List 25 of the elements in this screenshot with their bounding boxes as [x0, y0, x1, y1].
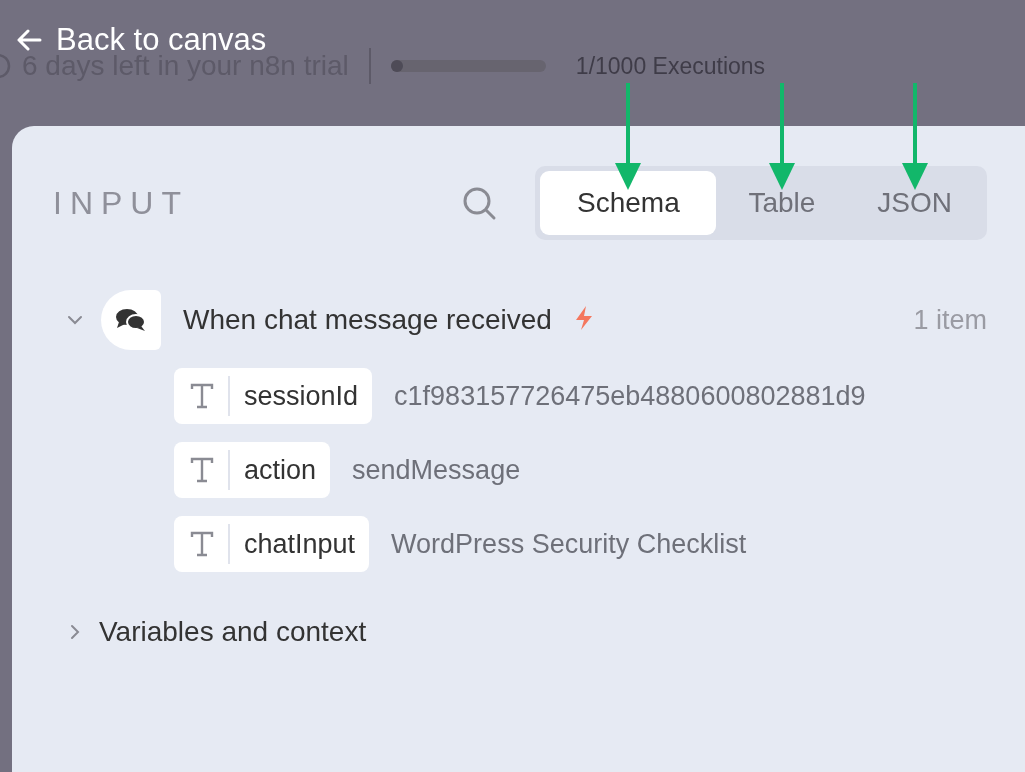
field-name: chatInput [244, 528, 356, 560]
panel-title: INPUT [53, 184, 190, 222]
view-tab[interactable]: JSON [847, 171, 982, 235]
node-name: When chat message received [183, 304, 552, 336]
field-pill[interactable]: sessionId [174, 368, 373, 424]
text-type-icon [190, 383, 214, 409]
view-tab[interactable]: Schema [540, 171, 717, 235]
item-count: 1 item [913, 304, 987, 336]
field-pill[interactable]: action [174, 442, 331, 498]
executions-count: 1/1000 Executions [575, 52, 766, 80]
view-tab[interactable]: Table [718, 171, 846, 235]
section-label[interactable]: Variables and context [99, 616, 367, 648]
field-value: c1f983157726475eb4880600802881d9 [394, 380, 866, 412]
field-pill[interactable]: chatInput [174, 516, 370, 572]
text-type-icon [190, 457, 214, 483]
field-value: sendMessage [352, 454, 521, 486]
chat-node-icon [101, 290, 161, 350]
field-name: sessionId [244, 380, 359, 412]
field-value: WordPress Security Checklist [391, 528, 747, 560]
lightning-icon [573, 305, 594, 331]
text-type-icon [190, 531, 214, 557]
arrow-left-icon [16, 29, 42, 51]
field-name: action [244, 454, 317, 486]
back-button[interactable]: Back to canvas [16, 22, 267, 58]
search-icon[interactable] [461, 185, 498, 221]
